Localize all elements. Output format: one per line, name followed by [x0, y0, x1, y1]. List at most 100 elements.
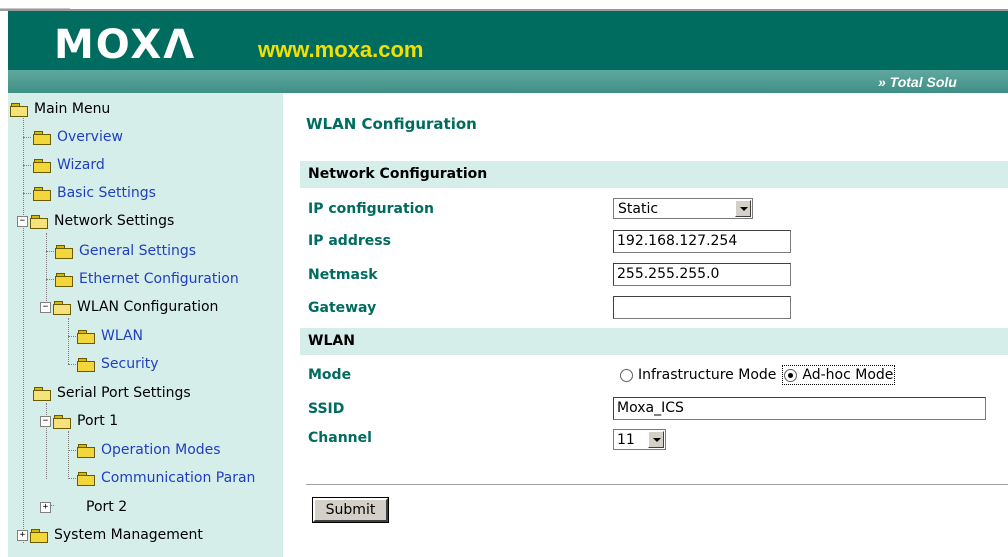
radio-label-infrastructure[interactable]: Infrastructure Mode — [638, 367, 776, 383]
sidebar-item-label: General Settings — [79, 243, 197, 259]
main-content: WLAN Configuration Network Configuration… — [283, 93, 1008, 557]
tree-line — [68, 478, 76, 479]
form-divider — [306, 484, 1008, 485]
sidebar-item-wlan-configuration[interactable]: − WLAN Configuration — [40, 297, 218, 317]
section-network-configuration: Network Configuration — [300, 161, 1008, 188]
sidebar-item-system-management[interactable]: + System Management — [17, 525, 203, 545]
header-tagline: » Total Solu — [878, 74, 957, 90]
sidebar-item-label: Overview — [57, 129, 123, 145]
folder-icon — [77, 443, 95, 458]
site-url[interactable]: www.moxa.com — [258, 37, 423, 63]
sidebar-item-label: Operation Modes — [101, 442, 221, 458]
sidebar-item-wizard[interactable]: Wizard — [33, 155, 105, 175]
section-wlan: WLAN — [300, 328, 1008, 355]
gateway-label: Gateway — [308, 300, 377, 316]
sidebar-item-label: Ethernet Configuration — [79, 271, 239, 287]
dropdown-arrow-icon[interactable] — [648, 431, 664, 448]
sidebar-item-general-settings[interactable]: General Settings — [55, 241, 196, 261]
sidebar-item-label: Network Settings — [54, 213, 175, 229]
tree-line — [68, 450, 76, 451]
collapse-icon[interactable]: − — [17, 215, 28, 227]
radio-label-adhoc[interactable]: Ad-hoc Mode — [802, 367, 893, 383]
tree-line — [46, 233, 47, 305]
sidebar-item-operation-modes[interactable]: Operation Modes — [77, 440, 221, 460]
selected-value: 11 — [617, 432, 635, 448]
sidebar-item-communication-parameters[interactable]: Communication Paran — [77, 468, 255, 488]
top-tab — [0, 0, 70, 9]
folder-icon — [33, 130, 51, 145]
radio-infrastructure-mode[interactable] — [620, 368, 633, 382]
sidebar-item-main-menu[interactable]: Main Menu — [10, 99, 110, 119]
ip-configuration-select[interactable]: Static — [613, 198, 753, 219]
gateway-field[interactable] — [613, 296, 791, 319]
tree-line — [68, 431, 69, 477]
channel-label: Channel — [308, 430, 372, 446]
folder-open-icon — [33, 386, 51, 401]
expand-icon[interactable]: + — [17, 529, 28, 541]
sidebar-item-label: Port 2 — [86, 499, 128, 515]
netmask-label: Netmask — [308, 267, 378, 283]
folder-icon — [77, 357, 95, 372]
sidebar-item-basic-settings[interactable]: Basic Settings — [33, 183, 156, 203]
sidebar-item-label: Port 1 — [77, 413, 119, 429]
radio-adhoc-wrapper[interactable]: Ad-hoc Mode — [782, 365, 896, 385]
sidebar-item-ethernet-configuration[interactable]: Ethernet Configuration — [55, 269, 239, 289]
sidebar-item-wlan[interactable]: WLAN — [77, 326, 143, 346]
mode-label: Mode — [308, 367, 352, 383]
sidebar-item-port-1[interactable]: − Port 1 — [40, 411, 118, 431]
collapse-icon[interactable]: − — [40, 415, 51, 427]
window-top-strip — [0, 0, 1008, 11]
tree-line — [23, 193, 31, 194]
folder-icon — [77, 471, 95, 486]
sidebar-item-security[interactable]: Security — [77, 354, 159, 374]
tree-line — [68, 336, 76, 337]
sidebar-item-port-2[interactable]: + Port 2 — [40, 497, 127, 517]
sidebar-item-network-settings[interactable]: − Network Settings — [17, 211, 174, 231]
header-band — [8, 70, 1008, 93]
submit-button[interactable]: Submit — [313, 498, 388, 522]
folder-open-icon — [53, 414, 71, 429]
ssid-label: SSID — [308, 401, 345, 417]
header-banner: MOXΛ www.moxa.com » Total Solu — [8, 11, 1008, 93]
tree-line — [23, 165, 31, 166]
folder-open-icon — [53, 300, 71, 315]
ip-configuration-label: IP configuration — [308, 201, 435, 217]
folder-open-icon — [10, 102, 28, 117]
folder-icon — [30, 528, 48, 543]
sidebar-item-label: System Management — [54, 527, 203, 543]
moxa-logo: MOXΛ — [54, 22, 197, 68]
ip-address-label: IP address — [308, 233, 391, 249]
tree-line — [23, 137, 31, 138]
sidebar-item-label: Main Menu — [34, 101, 111, 117]
sidebar-item-label: Wizard — [57, 157, 105, 173]
sidebar-item-overview[interactable]: Overview — [33, 127, 123, 147]
page-title: WLAN Configuration — [306, 115, 477, 133]
ssid-field[interactable]: Moxa_ICS — [613, 397, 986, 420]
netmask-field[interactable]: 255.255.255.0 — [613, 263, 791, 286]
sidebar-item-label: Communication Paran — [101, 470, 256, 486]
tree-line — [46, 251, 54, 252]
radio-adhoc-mode[interactable] — [784, 368, 798, 382]
section-title: WLAN — [308, 333, 355, 349]
selected-value: Static — [618, 201, 659, 217]
folder-icon — [77, 329, 95, 344]
mode-radio-group: Infrastructure Mode Ad-hoc Mode — [620, 364, 896, 386]
tree-line — [68, 364, 76, 365]
sidebar-item-label: WLAN Configuration — [77, 299, 219, 315]
sidebar-item-label: Basic Settings — [57, 185, 156, 201]
sidebar-item-serial-port-settings[interactable]: Serial Port Settings — [33, 383, 191, 403]
folder-open-icon — [30, 214, 48, 229]
folder-icon — [55, 272, 73, 287]
ip-address-field[interactable]: 192.168.127.254 — [613, 230, 791, 253]
tree-line — [68, 318, 69, 364]
sidebar-item-label: Security — [101, 356, 159, 372]
tree-line — [46, 279, 54, 280]
expand-icon[interactable]: + — [40, 501, 51, 513]
sidebar-item-label: Serial Port Settings — [57, 385, 191, 401]
folder-icon — [33, 186, 51, 201]
dropdown-arrow-icon[interactable] — [735, 200, 751, 217]
section-title: Network Configuration — [308, 166, 488, 182]
channel-select[interactable]: 11 — [613, 429, 666, 450]
collapse-icon[interactable]: − — [40, 301, 51, 313]
folder-icon — [55, 244, 73, 259]
